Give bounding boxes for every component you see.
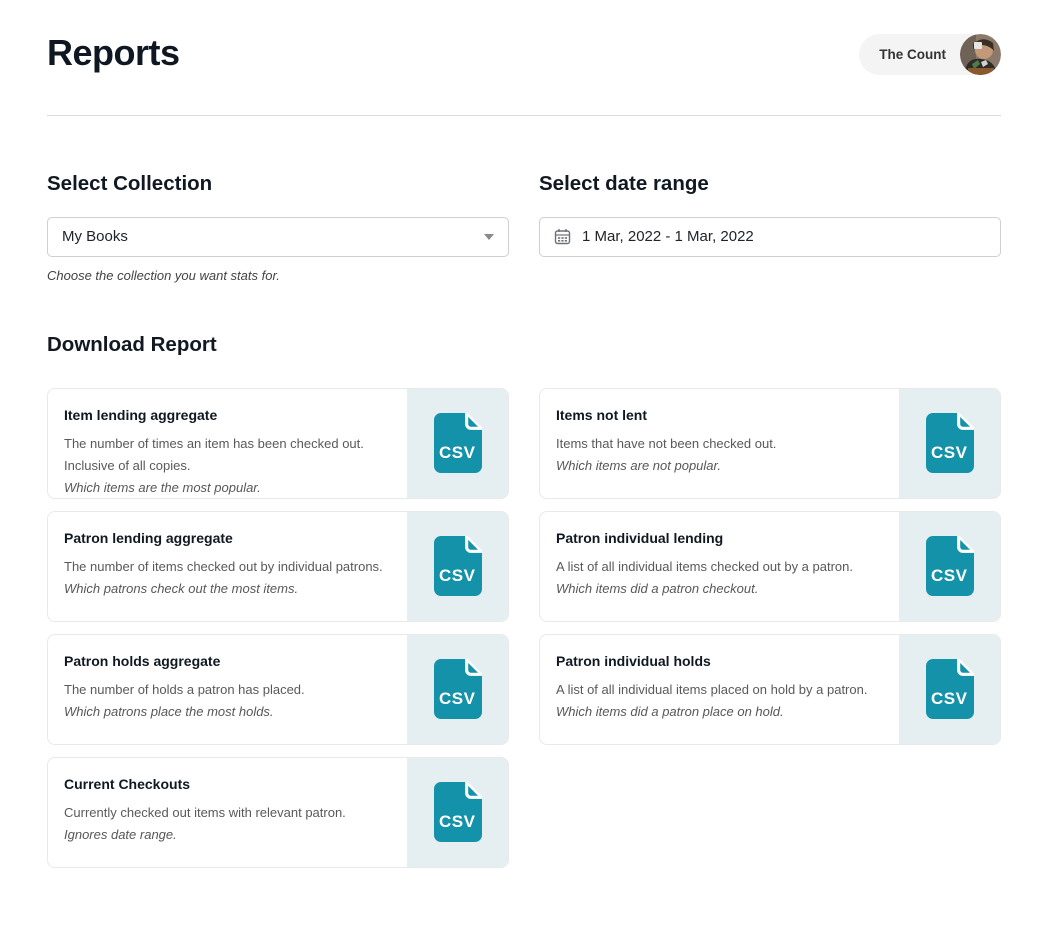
user-menu-pill[interactable]: The Count — [859, 34, 1001, 75]
report-card-note: Ignores date range. — [64, 824, 395, 846]
csv-file-icon: CSV — [924, 657, 976, 721]
calendar-icon — [554, 228, 571, 245]
report-card-body: Current Checkouts Currently checked out … — [48, 758, 407, 867]
csv-file-icon: CSV — [432, 534, 484, 598]
selectors-row: Select Collection My Books Choose the co… — [47, 172, 1001, 283]
header-divider — [47, 115, 1001, 116]
csv-download-panel[interactable]: CSV — [407, 512, 508, 621]
svg-text:CSV: CSV — [439, 566, 476, 585]
user-avatar[interactable] — [960, 34, 1001, 75]
report-card-title: Items not lent — [556, 407, 887, 423]
report-card-title: Patron holds aggregate — [64, 653, 395, 669]
report-card-description: The number of items checked out by indiv… — [64, 556, 395, 578]
svg-text:CSV: CSV — [931, 566, 968, 585]
csv-file-icon: CSV — [924, 411, 976, 475]
report-card[interactable]: Patron holds aggregate The number of hol… — [47, 634, 509, 745]
svg-text:CSV: CSV — [439, 812, 476, 831]
report-card[interactable]: Item lending aggregate The number of tim… — [47, 388, 509, 499]
select-collection-heading: Select Collection — [47, 172, 509, 196]
svg-text:CSV: CSV — [439, 689, 476, 708]
csv-download-panel[interactable]: CSV — [407, 758, 508, 867]
report-card-description: The number of times an item has been che… — [64, 433, 395, 477]
collection-select[interactable]: My Books — [47, 217, 509, 257]
report-card-note: Which items did a patron place on hold. — [556, 701, 887, 723]
date-range-value: 1 Mar, 2022 - 1 Mar, 2022 — [582, 228, 754, 245]
report-card-body: Items not lent Items that have not been … — [540, 389, 899, 498]
date-range-input[interactable]: 1 Mar, 2022 - 1 Mar, 2022 — [539, 217, 1001, 257]
csv-file-icon: CSV — [432, 657, 484, 721]
page-title: Reports — [47, 30, 180, 77]
report-card-title: Patron individual lending — [556, 530, 887, 546]
report-card-title: Item lending aggregate — [64, 407, 395, 423]
report-card-title: Patron lending aggregate — [64, 530, 395, 546]
report-card-note: Which patrons place the most holds. — [64, 701, 395, 723]
csv-download-panel[interactable]: CSV — [407, 635, 508, 744]
report-card-description: Currently checked out items with relevan… — [64, 802, 395, 824]
report-card[interactable]: Items not lent Items that have not been … — [539, 388, 1001, 499]
report-card-title: Current Checkouts — [64, 776, 395, 792]
report-card-body: Item lending aggregate The number of tim… — [48, 389, 407, 498]
csv-file-icon: CSV — [924, 534, 976, 598]
csv-file-icon: CSV — [432, 411, 484, 475]
collection-selected-value: My Books — [62, 228, 128, 245]
page-header: Reports The Count — [47, 0, 1001, 77]
collection-selector-section: Select Collection My Books Choose the co… — [47, 172, 509, 283]
csv-download-panel[interactable]: CSV — [899, 512, 1000, 621]
report-card[interactable]: Patron individual lending A list of all … — [539, 511, 1001, 622]
report-card-body: Patron individual holds A list of all in… — [540, 635, 899, 744]
report-card-body: Patron lending aggregate The number of i… — [48, 512, 407, 621]
report-card[interactable]: Current Checkouts Currently checked out … — [47, 757, 509, 868]
user-photo-avatar — [960, 34, 1001, 75]
report-card-description: A list of all individual items placed on… — [556, 679, 887, 701]
date-range-section: Select date range — [539, 172, 1001, 283]
report-card-description: The number of holds a patron has placed. — [64, 679, 395, 701]
csv-download-panel[interactable]: CSV — [899, 635, 1000, 744]
report-card[interactable]: Patron lending aggregate The number of i… — [47, 511, 509, 622]
csv-file-icon: CSV — [432, 780, 484, 844]
report-card-title: Patron individual holds — [556, 653, 887, 669]
report-card[interactable]: Patron individual holds A list of all in… — [539, 634, 1001, 745]
report-card-description: Items that have not been checked out. — [556, 433, 887, 455]
report-cards-grid: Item lending aggregate The number of tim… — [47, 388, 1001, 868]
download-report-heading: Download Report — [47, 333, 1001, 357]
csv-download-panel[interactable]: CSV — [899, 389, 1000, 498]
report-card-note: Which patrons check out the most items. — [64, 578, 395, 600]
reports-page: Reports The Count — [0, 0, 1048, 928]
csv-download-panel[interactable]: CSV — [407, 389, 508, 498]
report-card-body: Patron individual lending A list of all … — [540, 512, 899, 621]
user-name: The Count — [879, 47, 946, 62]
chevron-down-icon — [484, 234, 494, 240]
report-card-body: Patron holds aggregate The number of hol… — [48, 635, 407, 744]
report-card-note: Which items did a patron checkout. — [556, 578, 887, 600]
report-card-note: Which items are not popular. — [556, 455, 887, 477]
svg-text:CSV: CSV — [931, 443, 968, 462]
report-card-note: Which items are the most popular. — [64, 477, 395, 499]
svg-text:CSV: CSV — [439, 443, 476, 462]
report-card-description: A list of all individual items checked o… — [556, 556, 887, 578]
svg-text:CSV: CSV — [931, 689, 968, 708]
collection-help-text: Choose the collection you want stats for… — [47, 268, 509, 283]
select-date-range-heading: Select date range — [539, 172, 1001, 196]
